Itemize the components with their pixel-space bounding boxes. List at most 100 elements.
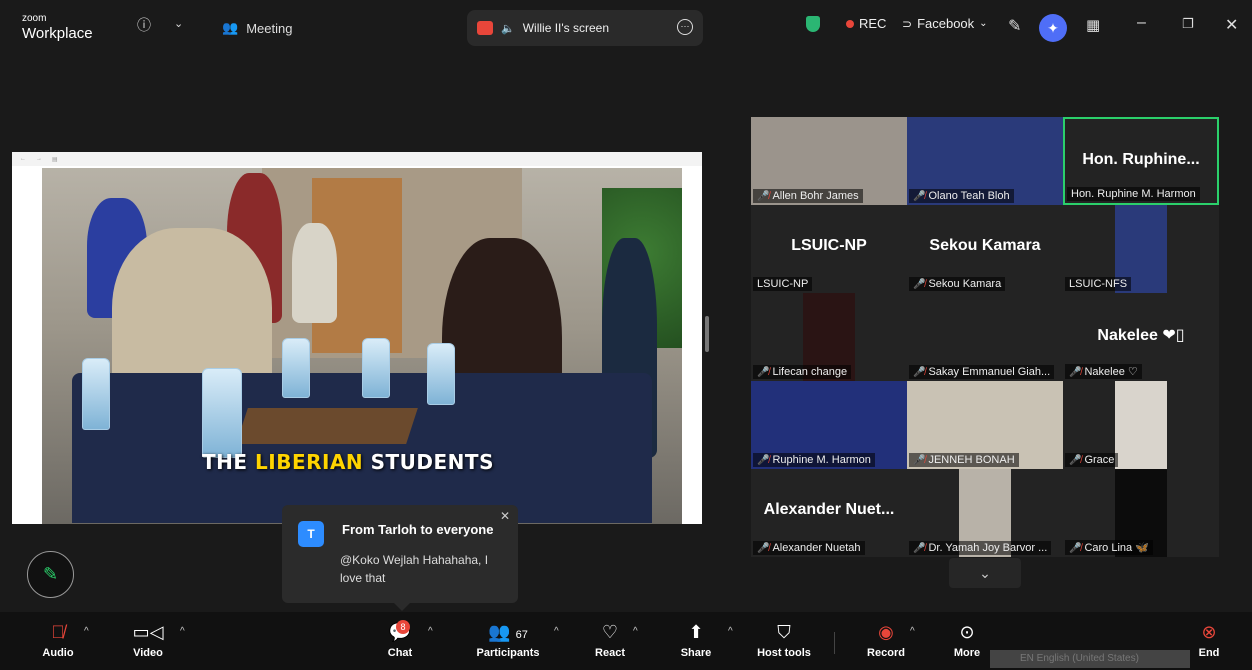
back-icon: ←	[20, 156, 26, 162]
participant-tile[interactable]: 🎤̸ Grace	[1063, 381, 1219, 469]
close-icon[interactable]: ✕	[500, 509, 510, 523]
participant-tile[interactable]: Alexander Nuet... 🎤̸ Alexander Nuetah	[751, 469, 907, 557]
participants-label: Participants	[476, 647, 540, 659]
participant-tile[interactable]: 🎤̸ Ruphine M. Harmon	[751, 381, 907, 469]
close-icon[interactable]: ✕	[1225, 15, 1238, 35]
participant-tile[interactable]: 🎤̸ Lifecan change	[751, 293, 907, 381]
shield-icon	[806, 16, 820, 32]
caption-highlight: LIBERIAN	[255, 450, 364, 474]
speaker-icon[interactable]: 🔈	[501, 22, 515, 35]
broadcast-icon: ⊃	[902, 16, 913, 31]
photo-person	[292, 223, 337, 323]
muted-mic-icon: 🎤̸	[1069, 367, 1082, 378]
chat-label: Chat	[387, 647, 413, 659]
video-camera-icon: ▭◁	[132, 622, 164, 642]
share-button[interactable]: ⬆ Share	[676, 620, 716, 659]
participant-name: 🎤̸ Dr. Yamah Joy Barvor ...	[909, 541, 1052, 555]
heart-icon: ♡	[601, 622, 619, 642]
shared-browser-bar: ← → ▤	[12, 152, 702, 166]
livestream-button[interactable]: ⊃ Facebook ⌄	[902, 16, 988, 31]
title-bar: zoom Workplace ⓘ ⌄ 👥 Meeting 🔈 Willie II…	[0, 0, 1252, 52]
language-selector[interactable]: EN English (United States)	[990, 650, 1190, 668]
participant-video	[1115, 381, 1167, 469]
video-button[interactable]: ▭◁ Video	[128, 620, 168, 659]
participant-tile[interactable]: LSUIC-NP LSUIC-NP	[751, 205, 907, 293]
security-indicator[interactable]	[806, 16, 820, 32]
rec-dot-icon	[846, 19, 854, 28]
muted-mic-icon: 🎤̸	[757, 543, 770, 554]
participants-icon: 👥 67	[488, 622, 528, 642]
video-label: Video	[133, 647, 163, 659]
maximize-icon[interactable]: ❐	[1182, 16, 1194, 32]
share-label: Willie II's screen	[522, 21, 610, 35]
screen-share-indicator[interactable]: 🔈 Willie II's screen ···	[467, 10, 703, 46]
annotate-pencil-button[interactable]: ✎	[27, 551, 74, 598]
info-icon[interactable]: ⓘ	[137, 15, 151, 35]
participant-tile[interactable]: 🎤̸ Allen Bohr James	[751, 117, 907, 205]
participant-tile[interactable]: 🎤̸ JENNEH BONAH	[907, 381, 1063, 469]
chevron-down-icon[interactable]: ⌄	[174, 17, 183, 30]
more-button[interactable]: ⊙ More	[948, 620, 986, 659]
recording-indicator[interactable]: REC	[846, 16, 886, 31]
video-options-caret[interactable]: ^	[180, 626, 185, 637]
participant-tile[interactable]: Sekou Kamara 🎤̸ Sekou Kamara	[907, 205, 1063, 293]
muted-mic-icon: 🎙̸	[51, 622, 65, 642]
share-screen-icon: ⬆	[688, 622, 704, 642]
participant-tile[interactable]: Nakelee ❤▯ 🎤̸ Nakelee ♡	[1063, 293, 1219, 381]
muted-mic-icon: 🎤̸	[913, 543, 926, 554]
participant-tile[interactable]: 🎤̸ Olano Teah Bloh	[907, 117, 1063, 205]
audio-button[interactable]: 🎙̸ Audio	[38, 620, 78, 659]
resize-handle[interactable]	[705, 316, 709, 352]
react-options-caret[interactable]: ^	[633, 626, 638, 637]
record-label: Record	[867, 647, 905, 659]
react-button[interactable]: ♡ React	[590, 620, 630, 659]
host-tools-label: Host tools	[757, 647, 811, 659]
participant-name: 🎤̸ Olano Teah Bloh	[909, 189, 1014, 203]
minimize-icon[interactable]: –	[1137, 14, 1146, 32]
participant-big-name: LSUIC-NP	[791, 237, 867, 254]
livestream-label: Facebook	[917, 16, 975, 31]
zoom-window: zoom Workplace ⓘ ⌄ 👥 Meeting 🔈 Willie II…	[0, 0, 1252, 670]
record-options-caret[interactable]: ^	[910, 626, 915, 637]
annotate-icon[interactable]: ✎	[1008, 16, 1021, 36]
participants-options-caret[interactable]: ^	[554, 626, 559, 637]
shared-screen: ← → ▤ THE LIBERIAN STUDENTS	[12, 152, 702, 524]
record-button[interactable]: ◉ Record	[866, 620, 906, 659]
photo-bottle	[427, 343, 455, 405]
participant-big-name: Nakelee ❤▯	[1097, 327, 1185, 344]
end-icon: ⊗	[1201, 622, 1217, 642]
host-tools-button[interactable]: ⛉ Host tools	[752, 620, 816, 659]
chat-options-caret[interactable]: ^	[428, 626, 433, 637]
view-layout-icon[interactable]: ▦	[1086, 16, 1100, 34]
participants-count: 67	[515, 629, 528, 641]
zoom-logo: zoom Workplace	[22, 14, 93, 42]
muted-mic-icon: 🎤̸	[757, 191, 770, 202]
chat-notification[interactable]: T From Tarloh to everyone @Koko Wejlah H…	[282, 505, 518, 611]
forward-icon: →	[36, 156, 42, 162]
share-options-caret[interactable]: ^	[728, 626, 733, 637]
end-label: End	[1198, 647, 1220, 659]
participant-big-name: Alexander Nuet...	[763, 501, 895, 518]
more-options-icon[interactable]: ···	[677, 19, 693, 35]
participant-name: 🎤̸ Grace	[1065, 453, 1119, 467]
participant-tile[interactable]: 🎤̸ Dr. Yamah Joy Barvor ...	[907, 469, 1063, 557]
chat-button[interactable]: 💬8Chat	[380, 620, 420, 659]
muted-mic-icon: 🎤̸	[1069, 543, 1082, 554]
participant-tile[interactable]: LSUIC-NFS	[1063, 205, 1219, 293]
gallery-next-page-button[interactable]: ⌄	[949, 558, 1021, 588]
participant-tile[interactable]: Hon. Ruphine... Hon. Ruphine M. Harmon	[1063, 117, 1219, 205]
participant-tile[interactable]: 🎤̸ Sakay Emmanuel Giah...	[907, 293, 1063, 381]
end-button[interactable]: ⊗ End	[1192, 620, 1226, 659]
record-icon: ◉	[878, 622, 894, 642]
audio-options-caret[interactable]: ^	[84, 626, 89, 637]
shield-icon: ⛉	[777, 622, 791, 642]
audio-label: Audio	[42, 647, 74, 659]
participants-button[interactable]: 👥 67 Participants	[474, 620, 542, 659]
muted-mic-icon: 🎤̸	[1069, 455, 1082, 466]
ai-companion-icon[interactable]: ✦	[1039, 14, 1067, 42]
participant-name: 🎤̸ Caro Lina 🦋	[1065, 540, 1153, 555]
meeting-view-button[interactable]: 👥 Meeting	[222, 20, 292, 36]
participant-name: 🎤̸ Sekou Kamara	[909, 277, 1006, 291]
participant-tile[interactable]: 🎤̸ Caro Lina 🦋	[1063, 469, 1219, 557]
photo-bottle	[82, 358, 110, 430]
